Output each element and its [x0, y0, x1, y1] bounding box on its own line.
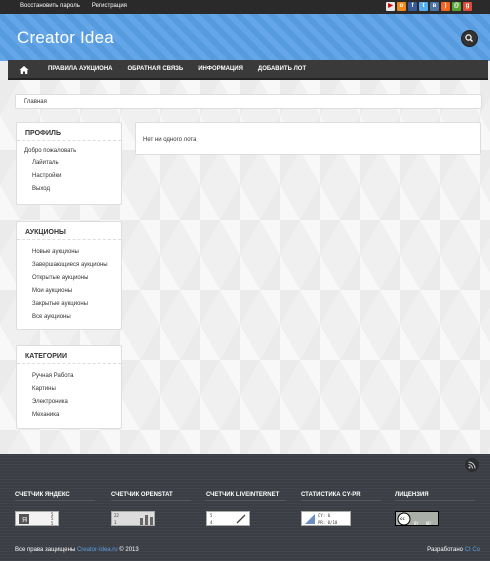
profile-item-settings[interactable]: Настройки [32, 170, 121, 183]
developer-credit: Разработано CI Co [427, 547, 480, 553]
home-icon[interactable] [18, 64, 30, 76]
liveinternet-counter-figure-1: 5 [210, 513, 213, 518]
yandex-counter-figure-3: 5 [51, 521, 54, 526]
footer-col-title: СЧЕТЧИК ЯНДЕКС [15, 492, 95, 501]
profile-item-logout[interactable]: Выход [32, 183, 121, 196]
profile-box: ПРОФИЛЬ Добро пожаловать Лайиталь Настро… [16, 122, 122, 205]
profile-item-cabinet[interactable]: Лайиталь [32, 157, 121, 170]
footer-col-title: СЧЕТЧИК LIVEINTERNET [206, 492, 286, 501]
facebook-icon[interactable]: f [408, 2, 417, 11]
breadcrumb: Главная [15, 94, 482, 109]
auctions-item-closed[interactable]: Закрытые аукционы [32, 298, 121, 311]
cc-badge-by: BY [414, 521, 419, 526]
top-links: Восстановить пароль Регистрация [20, 3, 127, 9]
category-item-paintings[interactable]: Картины [32, 383, 121, 396]
copyright-year: © 2013 [119, 547, 139, 553]
yandex-counter-badge[interactable]: 5 5 5 Я [15, 511, 59, 526]
vk-icon[interactable]: в [430, 2, 439, 11]
footer-col-title: ЛИЦЕНЗИЯ [395, 492, 475, 501]
lots-panel: Нет ни одного лота [135, 122, 481, 155]
auctions-item-ending[interactable]: Завершающиеся аукционы [32, 259, 121, 272]
developer-prefix: Разработано [427, 547, 463, 553]
search-button[interactable] [461, 30, 478, 47]
copyright-prefix: Все права защищены [15, 547, 76, 553]
openstat-counter-figure-1: 22 [114, 513, 119, 518]
copyright-text: Все права защищены Creator-Idea.ru © 201… [15, 547, 139, 553]
profile-title: ПРОФИЛЬ [17, 123, 121, 141]
footer-col-license: ЛИЦЕНЗИЯ cc BY ND [395, 492, 475, 526]
cypr-cy-value: CY: 0 [318, 513, 331, 518]
mail-icon[interactable]: @ [452, 2, 461, 11]
footer-rss-button[interactable] [465, 458, 479, 472]
footer-col-title: СЧЕТЧИК OPENSTAT [111, 492, 191, 501]
rss-icon[interactable]: ) [441, 2, 450, 11]
nav-item-add-lot[interactable]: ДОБАВИТЬ ЛОТ [258, 66, 306, 72]
category-item-handmade[interactable]: Ручная Работа [32, 370, 121, 383]
google-plus-icon[interactable]: g [463, 2, 472, 11]
categories-box: КАТЕГОРИИ Ручная Работа Картины Электрон… [16, 345, 122, 429]
footer-col-title: СТАТИСТИКА CY-PR [301, 492, 381, 501]
copyright-site-link[interactable]: Creator-Idea.ru [77, 547, 118, 553]
social-icons: ▶ o f t в ) @ g [386, 2, 472, 11]
main-nav: ПРАВИЛА АУКЦИОНА ОБРАТНАЯ СВЯЗЬ ИНФОРМАЦ… [8, 60, 488, 80]
openstat-counter-figure-2: 1 [114, 520, 117, 525]
register-link[interactable]: Регистрация [92, 3, 127, 9]
profile-welcome: Добро пожаловать [24, 148, 77, 154]
odnoklassniki-icon[interactable]: o [397, 2, 406, 11]
yandex-logo-icon: Я [19, 514, 29, 524]
liveinternet-counter-badge[interactable]: 5 4 [206, 511, 250, 526]
rss-icon [468, 461, 476, 469]
cc-badge-nd: ND [426, 521, 431, 526]
auctions-item-all[interactable]: Все аукционы [32, 311, 121, 324]
footer-col-liveinternet: СЧЕТЧИК LIVEINTERNET 5 4 [206, 492, 286, 526]
cypr-pr-value: PR: 0/10 [318, 520, 338, 525]
empty-lots-message: Нет ни одного лота [143, 137, 197, 143]
nav-item-feedback[interactable]: ОБРАТНАЯ СВЯЗЬ [128, 66, 184, 72]
liveinternet-arrow-icon [236, 514, 246, 524]
auctions-item-new[interactable]: Новые аукционы [32, 246, 121, 259]
cc-license-badge[interactable]: cc BY ND [395, 511, 439, 526]
footer-col-yandex: СЧЕТЧИК ЯНДЕКС 5 5 5 Я [15, 492, 95, 526]
auctions-item-open[interactable]: Открытые аукционы [32, 272, 121, 285]
svg-text:Я: Я [22, 517, 27, 524]
openstat-counter-badge[interactable]: 22 1 [111, 511, 155, 526]
liveinternet-counter-figure-2: 4 [210, 520, 213, 525]
developer-link[interactable]: CI Co [465, 547, 480, 553]
youtube-icon[interactable]: ▶ [386, 2, 395, 11]
footer-col-cypr: СТАТИСТИКА CY-PR CY: 0 PR: 0/10 [301, 492, 381, 526]
search-icon [465, 34, 473, 42]
auctions-item-mine[interactable]: Мои аукционы [32, 285, 121, 298]
categories-title: КАТЕГОРИИ [17, 346, 121, 364]
auctions-box: АУКЦИОНЫ Новые аукционы Завершающиеся ау… [16, 221, 122, 330]
top-bar: Восстановить пароль Регистрация ▶ o f t … [0, 0, 490, 14]
openstat-bars-icon [140, 515, 153, 525]
site-logo[interactable]: Creator Idea [17, 28, 114, 48]
twitter-icon[interactable]: t [419, 2, 428, 11]
cypr-counter-badge[interactable]: CY: 0 PR: 0/10 [301, 511, 351, 526]
auctions-title: АУКЦИОНЫ [17, 222, 121, 240]
nav-item-rules[interactable]: ПРАВИЛА АУКЦИОНА [48, 66, 113, 72]
category-item-electronics[interactable]: Электроника [32, 396, 121, 409]
nav-item-info[interactable]: ИНФОРМАЦИЯ [198, 66, 243, 72]
category-item-mechanics[interactable]: Механика [32, 409, 121, 422]
cc-badge-label: cc [400, 516, 405, 521]
cypr-logo-icon [305, 514, 315, 524]
recover-password-link[interactable]: Восстановить пароль [20, 3, 80, 9]
site-header: Creator Idea [0, 14, 490, 61]
footer-col-openstat: СЧЕТЧИК OPENSTAT 22 1 [111, 492, 191, 526]
breadcrumb-home[interactable]: Главная [24, 99, 47, 105]
